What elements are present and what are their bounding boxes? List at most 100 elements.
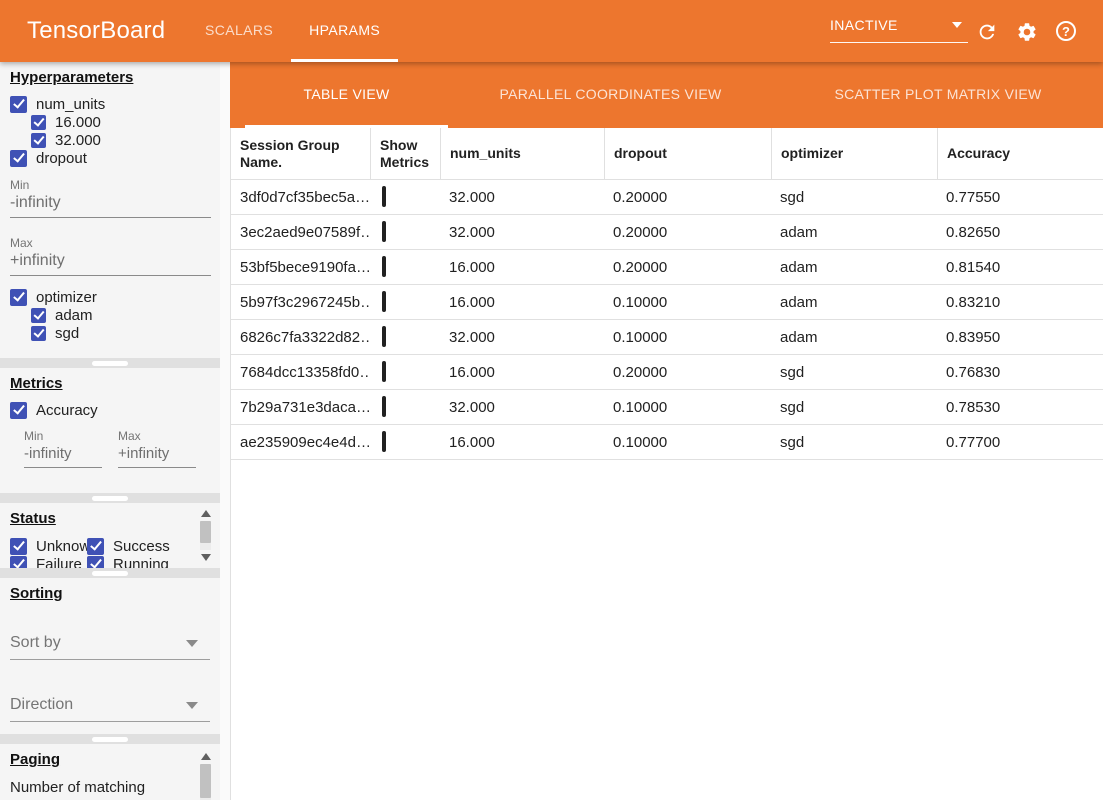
section-status: Status Unknown Success Failure Running	[0, 503, 220, 568]
show-metrics-checkbox[interactable]	[382, 326, 386, 347]
dropout-cell: 0.20000	[604, 189, 771, 206]
checkbox-16[interactable]	[31, 115, 46, 130]
hparam-value-16[interactable]: 16.000	[31, 113, 220, 131]
sort-by-dropdown[interactable]: Sort by	[10, 634, 210, 660]
hparam-num-units[interactable]: num_units	[10, 95, 220, 113]
hparam-value-sgd[interactable]: sgd	[31, 324, 220, 342]
tab-table-view[interactable]: TABLE VIEW	[245, 62, 448, 128]
drag-handle[interactable]	[92, 571, 128, 576]
table-row: 3df0d7cf35bec5a… 32.000 0.20000 sgd 0.77…	[231, 180, 1103, 215]
scrollbar-thumb[interactable]	[200, 764, 211, 798]
table-row: 7b29a731e3daca… 32.000 0.10000 sgd 0.785…	[231, 390, 1103, 425]
scrollbar-track[interactable]	[200, 521, 211, 550]
show-metrics-checkbox[interactable]	[382, 431, 386, 452]
session-group-name: 3df0d7cf35bec5a…	[231, 189, 370, 206]
section-sorting: Sorting Sort by Direction	[0, 578, 220, 734]
chevron-down-icon	[186, 702, 198, 709]
status-option-label: Success	[113, 538, 170, 555]
tab-scalars[interactable]: SCALARS	[187, 0, 291, 62]
hparam-value-32[interactable]: 32.000	[31, 131, 220, 149]
hyperparameters-heading: Hyperparameters	[10, 69, 133, 86]
checkbox-num-units[interactable]	[10, 96, 27, 113]
checkbox-accuracy[interactable]	[10, 402, 27, 419]
status-heading: Status	[10, 510, 56, 527]
paging-scrollbar[interactable]	[199, 750, 212, 800]
checkbox-32[interactable]	[31, 133, 46, 148]
drag-handle[interactable]	[92, 361, 128, 366]
drag-handle[interactable]	[92, 496, 128, 501]
status-option-label: Running	[113, 556, 169, 569]
dropout-cell: 0.20000	[604, 224, 771, 241]
show-metrics-checkbox[interactable]	[382, 186, 386, 207]
section-resize-handle[interactable]	[0, 358, 220, 368]
show-metrics-checkbox[interactable]	[382, 396, 386, 417]
chevron-down-icon	[952, 22, 962, 28]
show-metrics-checkbox[interactable]	[382, 221, 386, 242]
status-scrollbar[interactable]	[199, 507, 212, 564]
tab-parallel-coordinates-view[interactable]: PARALLEL COORDINATES VIEW	[448, 62, 773, 128]
metric-max-field[interactable]: Max +infinity	[118, 429, 196, 468]
section-resize-handle[interactable]	[0, 734, 220, 744]
checkbox-adam[interactable]	[31, 308, 46, 323]
table-view-content: Session Group Name. Show Metrics num_uni…	[230, 128, 1103, 800]
gear-icon[interactable]	[1016, 21, 1038, 43]
scrollbar-thumb[interactable]	[200, 521, 211, 543]
num-units-cell: 32.000	[440, 329, 604, 346]
min-input[interactable]: -infinity	[10, 192, 211, 218]
show-metrics-checkbox[interactable]	[382, 256, 386, 277]
column-header-accuracy: Accuracy	[937, 128, 1103, 179]
table-row: 7684dcc13358fd0… 16.000 0.20000 sgd 0.76…	[231, 355, 1103, 390]
direction-dropdown[interactable]: Direction	[10, 696, 210, 722]
hparam-label: dropout	[36, 150, 87, 167]
max-input[interactable]: +infinity	[10, 250, 211, 276]
num-units-cell: 16.000	[440, 294, 604, 311]
min-input[interactable]: -infinity	[24, 443, 102, 468]
drag-handle[interactable]	[92, 737, 128, 742]
section-paging: Paging Number of matching session groups…	[0, 744, 220, 800]
dropout-cell: 0.10000	[604, 399, 771, 416]
tab-hparams[interactable]: HPARAMS	[291, 0, 398, 62]
refresh-icon[interactable]	[976, 21, 998, 43]
checkbox-failure[interactable]	[10, 556, 27, 569]
scroll-up-icon[interactable]	[201, 510, 211, 517]
checkbox-running[interactable]	[87, 556, 104, 569]
scroll-up-icon[interactable]	[201, 753, 211, 760]
hparam-dropout[interactable]: dropout	[10, 149, 220, 167]
num-units-cell: 32.000	[440, 399, 604, 416]
section-resize-handle[interactable]	[0, 493, 220, 503]
paging-heading: Paging	[10, 751, 60, 768]
tab-scatter-plot-matrix-view[interactable]: SCATTER PLOT MATRIX VIEW	[773, 62, 1103, 128]
show-metrics-checkbox[interactable]	[382, 291, 386, 312]
hparam-optimizer[interactable]: optimizer	[10, 288, 220, 306]
main-tab-bar: SCALARS HPARAMS	[187, 0, 398, 62]
help-icon[interactable]	[1056, 21, 1076, 41]
checkbox-dropout[interactable]	[10, 150, 27, 167]
dropout-cell: 0.10000	[604, 329, 771, 346]
metric-accuracy[interactable]: Accuracy	[10, 401, 220, 419]
table-row: 6826c7fa3322d82… 32.000 0.10000 adam 0.8…	[231, 320, 1103, 355]
checkbox-unknown[interactable]	[10, 538, 27, 555]
checkbox-sgd[interactable]	[31, 326, 46, 341]
dropout-cell: 0.20000	[604, 259, 771, 276]
column-header-session-group-name: Session Group Name.	[231, 128, 370, 179]
section-resize-handle[interactable]	[0, 568, 220, 578]
table-header-row: Session Group Name. Show Metrics num_uni…	[231, 128, 1103, 180]
max-input[interactable]: +infinity	[118, 443, 196, 468]
max-label: Max	[10, 236, 211, 250]
column-header-dropout: dropout	[604, 128, 771, 179]
checkbox-optimizer[interactable]	[10, 289, 27, 306]
dropout-max-field[interactable]: Max +infinity	[10, 236, 211, 276]
status-mode-dropdown[interactable]: INACTIVE	[830, 17, 968, 43]
app-title: TensorBoard	[27, 17, 165, 45]
sort-by-value: Sort by	[10, 634, 61, 652]
scroll-down-icon[interactable]	[201, 554, 211, 561]
metric-min-field[interactable]: Min -infinity	[24, 429, 102, 468]
accuracy-cell: 0.77550	[937, 189, 1103, 206]
metrics-heading: Metrics	[10, 375, 63, 392]
dropout-min-field[interactable]: Min -infinity	[10, 178, 211, 218]
hparam-value-adam[interactable]: adam	[31, 306, 220, 324]
checkbox-success[interactable]	[87, 538, 104, 555]
scrollbar-track[interactable]	[200, 764, 211, 800]
show-metrics-checkbox[interactable]	[382, 361, 386, 382]
table-row: 3ec2aed9e07589f… 32.000 0.20000 adam 0.8…	[231, 215, 1103, 250]
